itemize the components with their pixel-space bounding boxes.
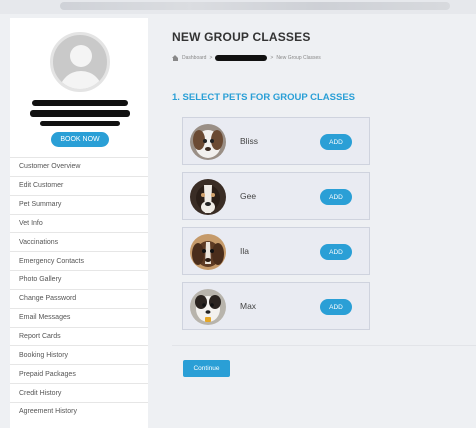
breadcrumb: Dashboard > > New Group Classes: [172, 53, 321, 63]
sidebar-item-booking-history[interactable]: Booking History: [10, 345, 148, 364]
redacted-customer-detail: [40, 121, 120, 126]
sidebar-item-pet-summary[interactable]: Pet Summary: [10, 194, 148, 214]
breadcrumb-dashboard[interactable]: Dashboard: [182, 55, 206, 61]
breadcrumb-redacted-customer[interactable]: [215, 55, 268, 61]
main-content: NEW GROUP CLASSES Dashboard > > New Grou…: [162, 18, 476, 428]
sidebar-item-report-cards[interactable]: Report Cards: [10, 326, 148, 346]
pet-card-max: Max ADD: [182, 282, 370, 330]
sidebar-item-email-messages[interactable]: Email Messages: [10, 307, 148, 327]
continue-button[interactable]: Continue: [183, 360, 230, 377]
pet-name: Ila: [240, 246, 249, 256]
divider: [172, 345, 476, 346]
sidebar-item-credit-history[interactable]: Credit History: [10, 383, 148, 402]
pet-photo: [190, 234, 226, 270]
avatar-body: [59, 71, 103, 89]
avatar: [50, 32, 110, 92]
breadcrumb-separator: >: [270, 55, 274, 61]
redacted-customer-info: [30, 110, 130, 117]
add-pet-button[interactable]: ADD: [320, 299, 352, 315]
breadcrumb-separator: >: [209, 55, 213, 61]
pet-photo: [190, 179, 226, 215]
pet-card-gee: Gee ADD: [182, 172, 370, 220]
sidebar-item-change-password[interactable]: Change Password: [10, 288, 148, 308]
pet-list: Bliss ADD Gee ADD Ila ADD Max ADD: [182, 117, 370, 337]
top-bar: [0, 0, 476, 14]
redacted-customer-name: [32, 100, 128, 106]
pet-card-bliss: Bliss ADD: [182, 117, 370, 165]
pet-card-ila: Ila ADD: [182, 227, 370, 275]
book-now-button[interactable]: BOOK NOW: [51, 132, 109, 147]
pet-photo: [190, 124, 226, 160]
avatar-head: [70, 45, 92, 67]
add-pet-button[interactable]: ADD: [320, 244, 352, 260]
sidebar-item-vet-info[interactable]: Vet Info: [10, 213, 148, 233]
sidebar-item-emergency-contacts[interactable]: Emergency Contacts: [10, 251, 148, 270]
sidebar-item-photo-gallery[interactable]: Photo Gallery: [10, 270, 148, 289]
page-title: NEW GROUP CLASSES: [172, 30, 311, 44]
sidebar-item-edit-customer[interactable]: Edit Customer: [10, 175, 148, 195]
sidebar-item-prepaid-packages[interactable]: Prepaid Packages: [10, 364, 148, 383]
sidebar-item-vaccinations[interactable]: Vaccinations: [10, 232, 148, 251]
sidebar-nav: Customer Overview Edit Customer Pet Summ…: [10, 157, 148, 421]
customer-sidebar: BOOK NOW Customer Overview Edit Customer…: [10, 18, 148, 428]
pet-name: Bliss: [240, 136, 258, 146]
blurred-header: [60, 2, 450, 10]
sidebar-item-customer-overview[interactable]: Customer Overview: [10, 157, 148, 176]
sidebar-item-agreement-history[interactable]: Agreement History: [10, 401, 148, 421]
home-icon[interactable]: [172, 55, 179, 61]
pet-name: Max: [240, 301, 257, 311]
breadcrumb-current: New Group Classes: [276, 55, 321, 61]
pet-name: Gee: [240, 191, 257, 201]
add-pet-button[interactable]: ADD: [320, 189, 352, 205]
section-title: 1. SELECT PETS FOR GROUP CLASSES: [172, 92, 355, 103]
pet-photo: [190, 289, 226, 325]
add-pet-button[interactable]: ADD: [320, 134, 352, 150]
